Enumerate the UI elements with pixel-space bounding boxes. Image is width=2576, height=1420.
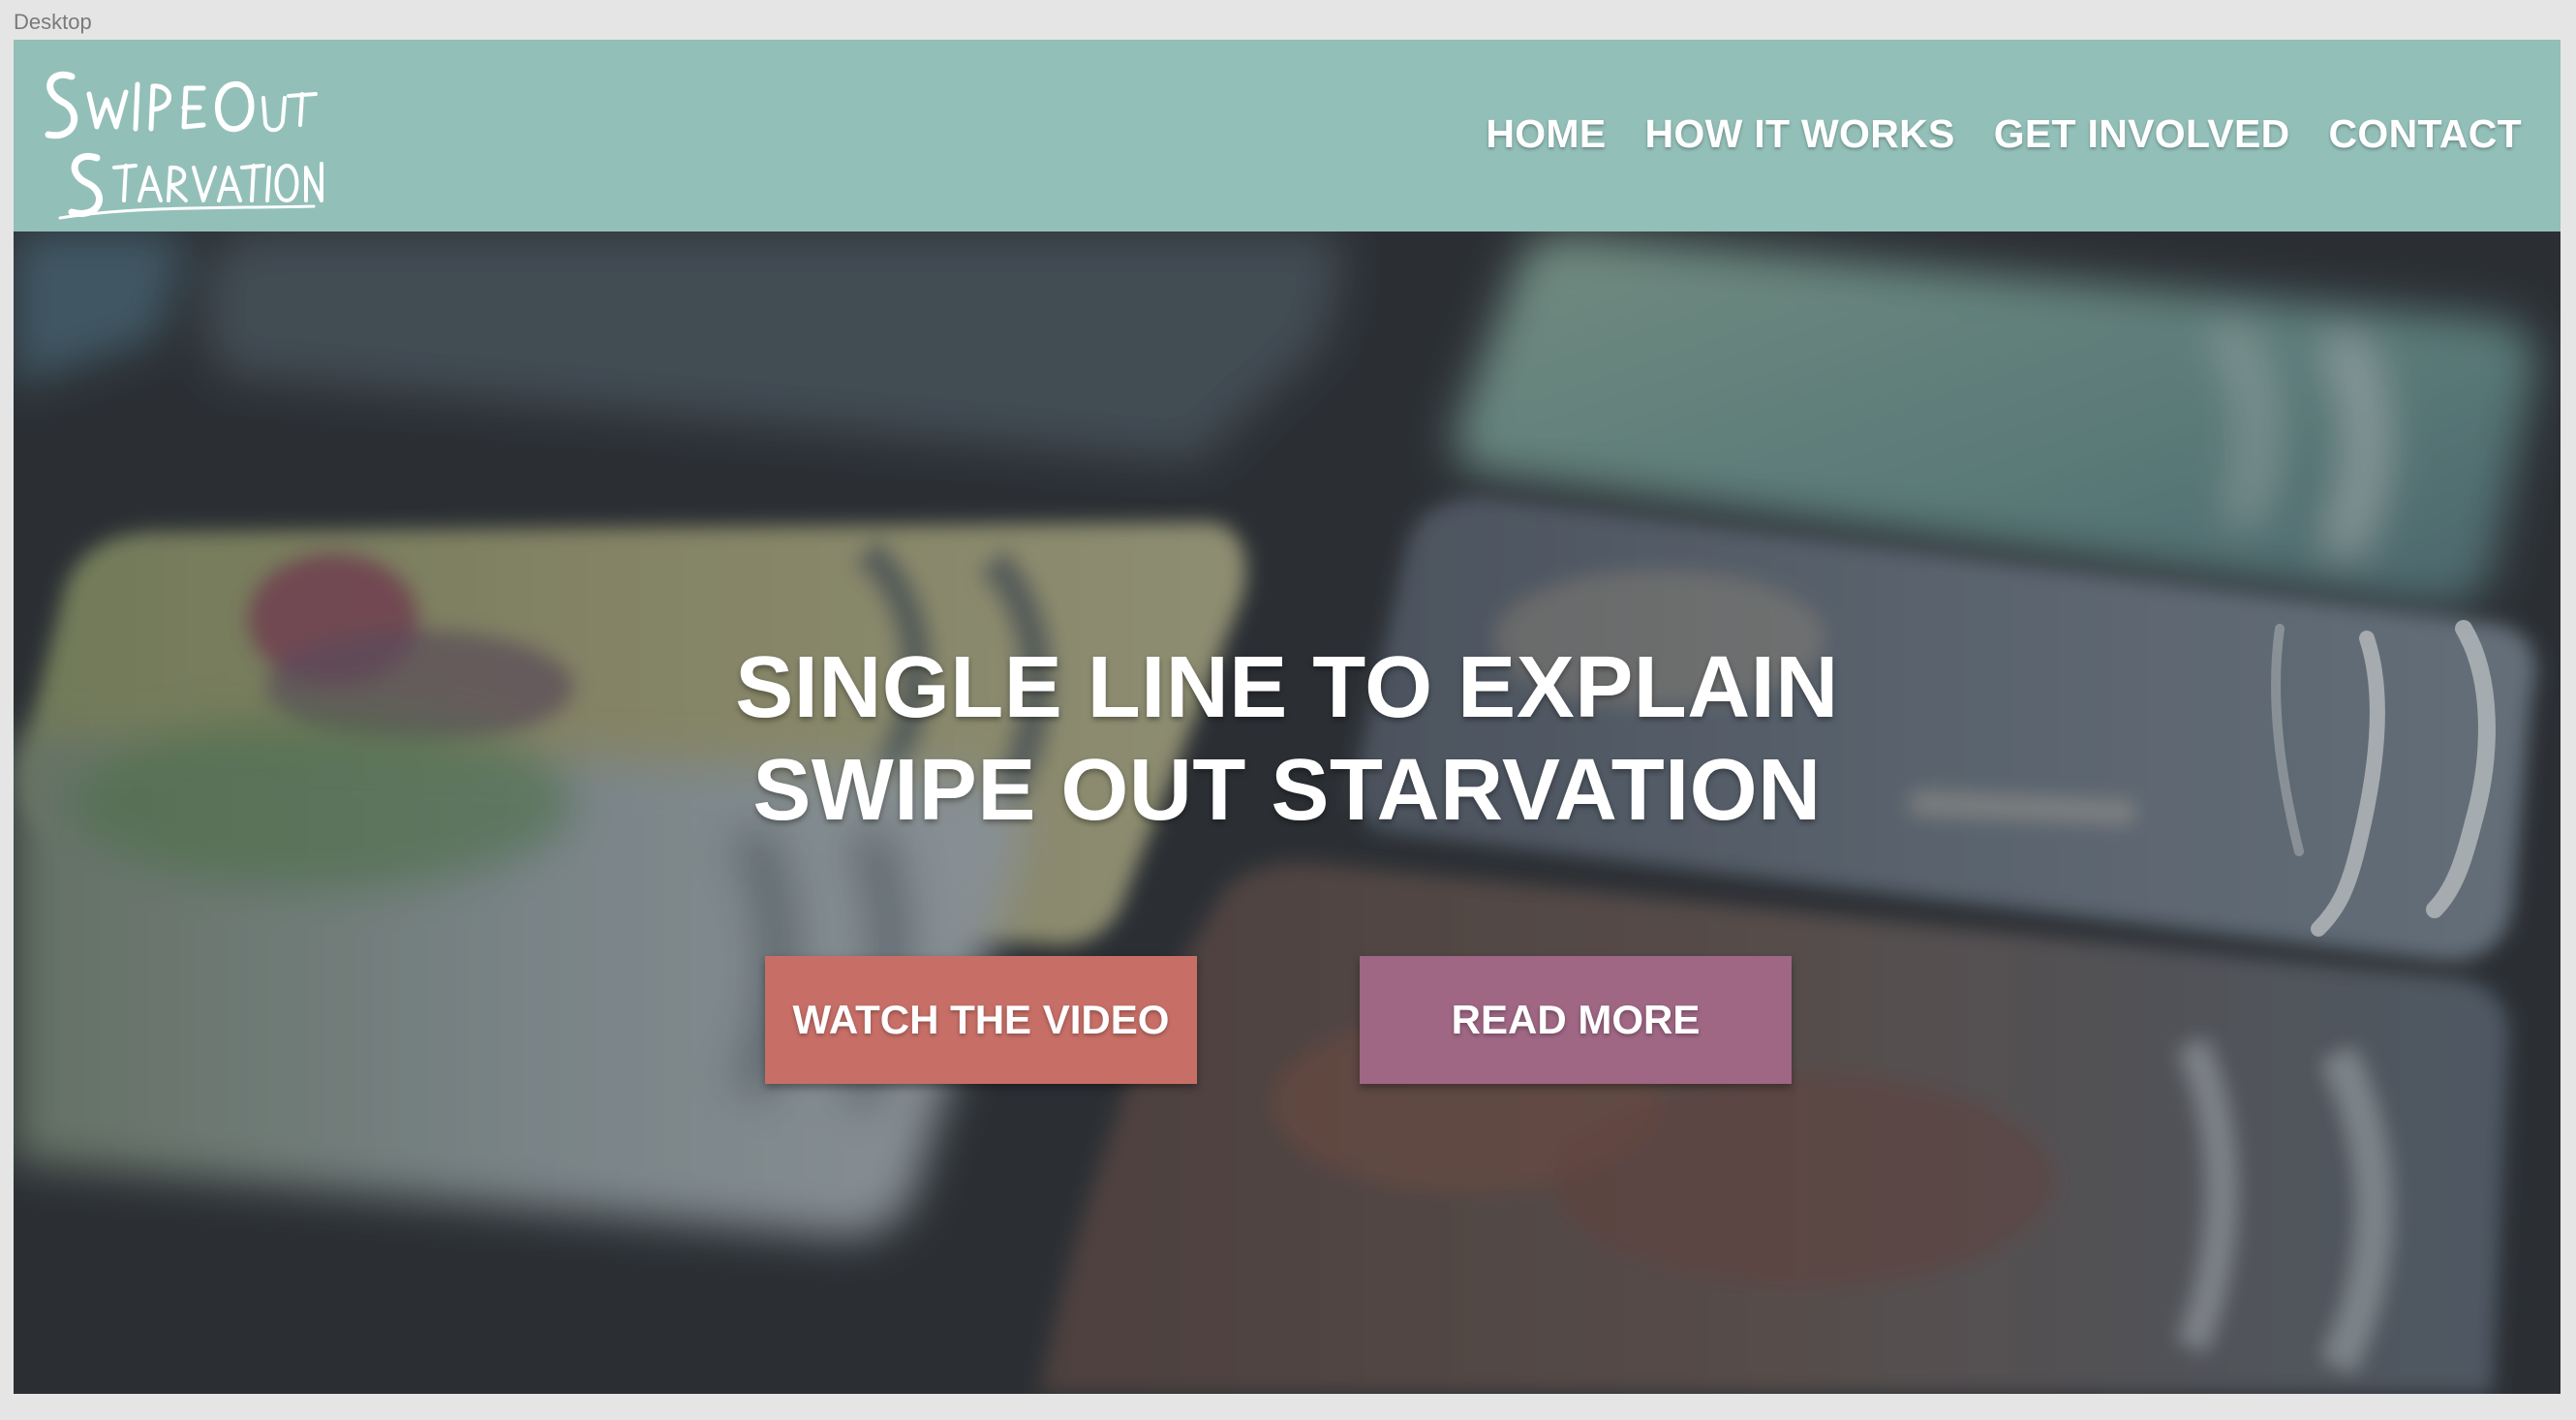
hero-section: SINGLE LINE TO EXPLAIN SWIPE OUT STARVAT… xyxy=(14,232,2561,1394)
swipe-out-starvation-logo-icon xyxy=(45,71,323,220)
site-logo[interactable] xyxy=(33,55,323,220)
watch-video-button[interactable]: WATCH THE VIDEO xyxy=(765,956,1197,1084)
hero-title: SINGLE LINE TO EXPLAIN SWIPE OUT STARVAT… xyxy=(14,636,2561,842)
desktop-artboard: HOME HOW IT WORKS GET INVOLVED CONTACT S… xyxy=(14,40,2561,1394)
hero-title-line-1: SINGLE LINE TO EXPLAIN xyxy=(735,639,1839,736)
nav-item-get-involved[interactable]: GET INVOLVED xyxy=(1994,111,2290,157)
artboard-label: Desktop xyxy=(14,10,92,34)
nav-item-contact[interactable]: CONTACT xyxy=(2329,111,2522,157)
read-more-button[interactable]: READ MORE xyxy=(1360,956,1792,1084)
nav-item-how-it-works[interactable]: HOW IT WORKS xyxy=(1645,111,1955,157)
nav-item-home[interactable]: HOME xyxy=(1486,111,1606,157)
hero-title-line-2: SWIPE OUT STARVATION xyxy=(752,742,1822,839)
site-header: HOME HOW IT WORKS GET INVOLVED CONTACT xyxy=(14,40,2561,232)
main-nav: HOME HOW IT WORKS GET INVOLVED CONTACT xyxy=(1486,111,2522,157)
